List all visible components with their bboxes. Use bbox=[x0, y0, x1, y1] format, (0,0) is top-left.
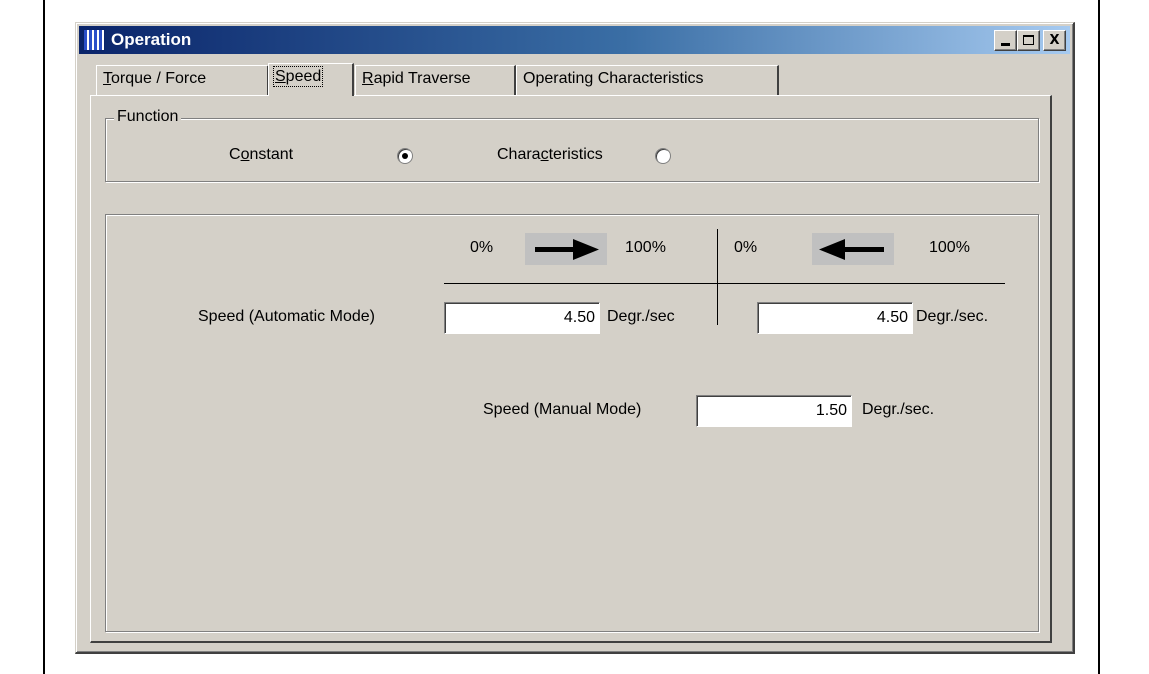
minimize-icon bbox=[1001, 43, 1010, 46]
speed-settings-box: 0% 100% 0% 100% Speed (Automatic Mode) 4… bbox=[105, 214, 1039, 632]
constant-label[interactable]: Constant bbox=[229, 146, 293, 164]
close-button[interactable]: X bbox=[1043, 30, 1066, 51]
window-title: Operation bbox=[111, 30, 192, 49]
automatic-reverse-unit: Degr./sec. bbox=[916, 308, 989, 325]
tab-label: Operating Characteristics bbox=[523, 70, 704, 87]
automatic-reverse-speed-input[interactable]: 4.50 bbox=[757, 302, 913, 334]
label-part: teristics bbox=[548, 146, 603, 163]
tab-label: peed bbox=[285, 68, 322, 85]
characteristics-radio[interactable] bbox=[655, 148, 671, 164]
label-part: Chara bbox=[497, 146, 541, 163]
reverse-end-label: 100% bbox=[929, 239, 970, 256]
title-bar[interactable]: Operation X bbox=[79, 26, 1070, 54]
tab-label-accel: S bbox=[275, 68, 286, 85]
operation-window: Operation X Torque / Force Speed Rapid T… bbox=[75, 22, 1075, 654]
maximize-icon bbox=[1023, 35, 1034, 45]
function-group: Function Constant Characteristics bbox=[105, 108, 1039, 182]
constant-radio[interactable] bbox=[397, 148, 413, 164]
header-divider bbox=[444, 283, 1005, 284]
label-accel: c bbox=[540, 146, 549, 163]
tab-label-accel: T bbox=[103, 70, 111, 87]
app-icon[interactable] bbox=[83, 29, 105, 51]
forward-direction-indicator bbox=[525, 233, 607, 265]
tab-focus: Speed bbox=[272, 66, 324, 87]
tab-rapid-traverse[interactable]: Rapid Traverse bbox=[355, 65, 516, 95]
tab-operating-characteristics[interactable]: Operating Characteristics bbox=[516, 65, 779, 95]
minimize-button[interactable] bbox=[994, 30, 1017, 51]
label-part: C bbox=[229, 146, 241, 163]
maximize-button[interactable] bbox=[1017, 30, 1040, 51]
automatic-forward-speed-input[interactable]: 4.50 bbox=[444, 302, 600, 334]
automatic-forward-unit: Degr./sec bbox=[607, 308, 675, 325]
forward-end-label: 100% bbox=[625, 239, 666, 256]
manual-speed-input[interactable]: 1.50 bbox=[696, 395, 852, 427]
reverse-start-label: 0% bbox=[734, 239, 758, 256]
function-legend: Function bbox=[114, 108, 182, 126]
arrow-shaft bbox=[535, 247, 577, 252]
tab-speed[interactable]: Speed bbox=[268, 63, 354, 96]
tab-torque-force[interactable]: Torque / Force bbox=[96, 65, 269, 95]
speed-tab-panel: Function Constant Characteristics 0% 100… bbox=[90, 95, 1052, 643]
manual-speed-label: Speed (Manual Mode) bbox=[483, 401, 642, 418]
characteristics-label[interactable]: Characteristics bbox=[497, 146, 603, 164]
close-icon: X bbox=[1049, 33, 1060, 48]
direction-divider bbox=[717, 229, 718, 325]
tab-label-accel: R bbox=[362, 70, 374, 87]
reverse-direction-indicator bbox=[812, 233, 894, 265]
automatic-speed-label: Speed (Automatic Mode) bbox=[198, 308, 375, 325]
tab-label: orque / Force bbox=[111, 70, 207, 87]
right-arrow-icon bbox=[573, 239, 599, 260]
arrow-shaft bbox=[842, 247, 884, 252]
tab-label: apid Traverse bbox=[373, 70, 471, 87]
forward-start-label: 0% bbox=[470, 239, 494, 256]
label-part: nstant bbox=[249, 146, 294, 163]
manual-speed-unit: Degr./sec. bbox=[862, 401, 935, 418]
